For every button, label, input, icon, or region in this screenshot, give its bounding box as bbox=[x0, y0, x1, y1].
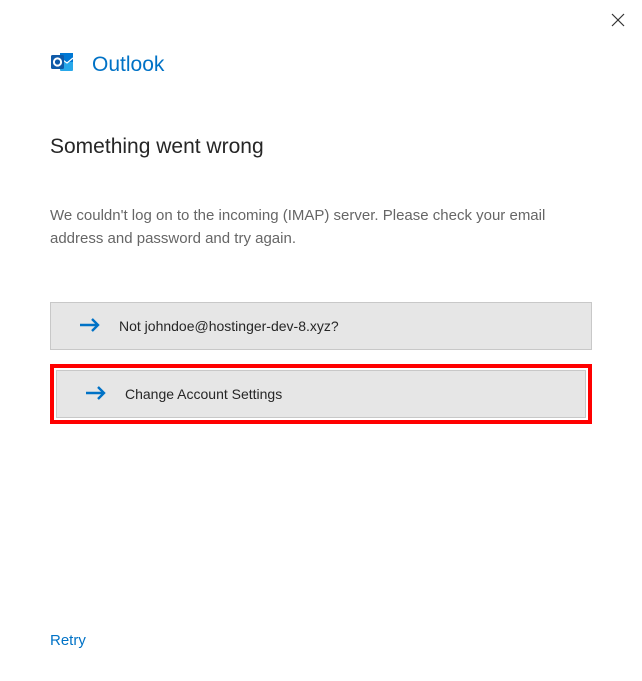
outlook-icon bbox=[50, 50, 74, 79]
not-this-email-button[interactable]: Not johndoe@hostinger-dev-8.xyz? bbox=[50, 302, 592, 350]
arrow-right-icon bbox=[79, 317, 101, 336]
close-button[interactable] bbox=[604, 6, 632, 34]
change-account-settings-label: Change Account Settings bbox=[125, 386, 282, 402]
change-account-settings-button[interactable]: Change Account Settings bbox=[56, 370, 586, 418]
error-heading: Something went wrong bbox=[50, 135, 592, 159]
not-this-email-label: Not johndoe@hostinger-dev-8.xyz? bbox=[119, 318, 339, 334]
arrow-right-icon bbox=[85, 385, 107, 404]
close-icon bbox=[611, 13, 625, 27]
highlighted-option: Change Account Settings bbox=[50, 364, 592, 424]
brand-header: Outlook bbox=[50, 50, 592, 79]
retry-link[interactable]: Retry bbox=[50, 632, 86, 649]
brand-name: Outlook bbox=[92, 53, 164, 77]
error-message: We couldn't log on to the incoming (IMAP… bbox=[50, 205, 570, 250]
